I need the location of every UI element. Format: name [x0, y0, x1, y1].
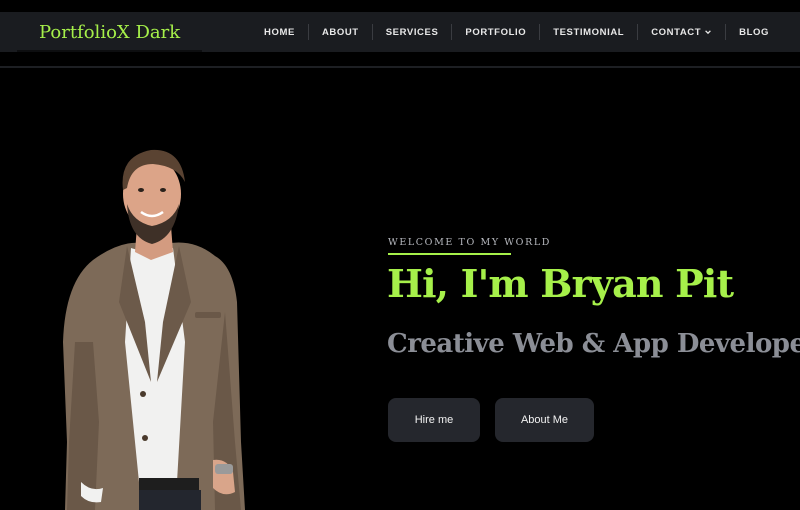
nav-about[interactable]: ABOUT	[322, 27, 359, 38]
hero-subtitle: Creative Web & App Developer	[387, 329, 800, 359]
nav-testimonial[interactable]: TESTIMONIAL	[553, 27, 624, 38]
nav-blog[interactable]: BLOG	[739, 27, 769, 38]
nav-home[interactable]: HOME	[264, 27, 295, 38]
eyebrow-underline	[388, 253, 511, 255]
nav-contact-label: CONTACT	[651, 26, 702, 38]
hero-eyebrow: WELCOME TO MY WORLD	[388, 237, 551, 248]
person-photo	[63, 149, 245, 510]
nav-divider	[539, 24, 541, 40]
logo-underline	[17, 50, 202, 52]
chevron-down-icon	[705, 30, 712, 35]
nav-services[interactable]: SERVICES	[386, 27, 439, 38]
nav-divider	[725, 24, 727, 40]
nav-portfolio[interactable]: PORTFOLIO	[465, 27, 526, 38]
main-nav: HOME ABOUT SERVICES PORTFOLIO TESTIMONIA…	[264, 12, 769, 52]
nav-divider	[307, 24, 309, 40]
hire-me-button[interactable]: Hire me	[388, 398, 480, 442]
about-me-button[interactable]: About Me	[495, 398, 594, 442]
nav-divider	[637, 24, 639, 40]
hero-title: Hi, I'm Bryan Pit	[387, 261, 734, 306]
header-divider	[0, 66, 800, 68]
site-header: PortfolioX Dark HOME ABOUT SERVICES PORT…	[0, 12, 800, 52]
site-logo[interactable]: PortfolioX Dark	[39, 22, 180, 43]
nav-divider	[451, 24, 453, 40]
nav-divider	[371, 24, 373, 40]
nav-contact[interactable]: CONTACT	[651, 27, 712, 38]
